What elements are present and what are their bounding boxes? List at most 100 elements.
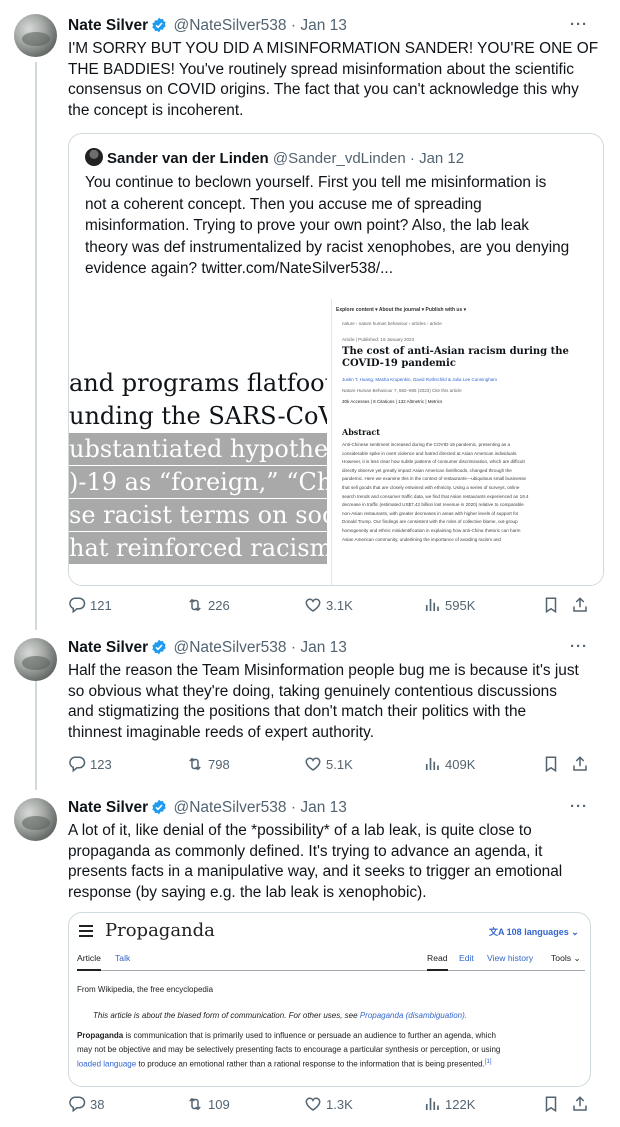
quoted-tweet-text: You continue to beclown yourself. First … xyxy=(85,172,590,280)
tab-tools: Tools ⌄ xyxy=(551,953,581,963)
paper-authors: Justin T. Huang, Masha Krupenkin, David … xyxy=(342,377,498,382)
views-button[interactable]: 122K xyxy=(423,1095,475,1113)
retweet-button[interactable]: 798 xyxy=(186,755,230,773)
verified-badge-icon xyxy=(151,639,167,661)
author-handle[interactable]: @NateSilver538 xyxy=(173,17,286,34)
heart-icon xyxy=(304,1095,322,1113)
tweet-date[interactable]: Jan 13 xyxy=(300,17,347,34)
retweet-count: 798 xyxy=(208,756,230,772)
views-count: 122K xyxy=(445,1096,476,1112)
journal-nav: Explore content ▾ About the journal ▾ Pu… xyxy=(336,307,467,313)
tab-edit: Edit xyxy=(459,953,474,963)
tweet-date[interactable]: Jan 13 xyxy=(300,639,347,656)
avatar[interactable] xyxy=(14,638,57,681)
more-options-icon[interactable]: ··· xyxy=(570,16,588,33)
bookmark-icon xyxy=(542,1095,560,1113)
tweet-text: A lot of it, like denial of the *possibi… xyxy=(68,822,563,901)
share-icon xyxy=(571,596,589,614)
translate-icon: 文A xyxy=(489,927,507,937)
quoted-tweet-date: Jan 12 xyxy=(419,150,465,167)
tab-read: Read xyxy=(427,953,448,971)
like-button[interactable]: 3.1K xyxy=(304,596,353,614)
share-icon xyxy=(571,1095,589,1113)
quoted-image-paper[interactable]: Explore content ▾ About the journal ▾ Pu… xyxy=(331,299,603,585)
retweet-button[interactable]: 109 xyxy=(186,1095,230,1113)
author-handle[interactable]: @NateSilver538 xyxy=(173,799,286,816)
views-count: 409K xyxy=(445,756,476,772)
quoted-image-text-excerpt[interactable]: and programs flatfooted unding the SARS-… xyxy=(69,299,327,585)
more-options-icon[interactable]: ··· xyxy=(570,638,588,655)
views-count: 595K xyxy=(445,597,476,613)
tweet-date[interactable]: Jan 13 xyxy=(300,799,347,816)
wiki-article-title: Propaganda xyxy=(105,920,215,941)
bookmark-icon xyxy=(542,596,560,614)
tweet-actions: 38 109 1.3K 122K xyxy=(68,1095,598,1117)
retweet-button[interactable]: 226 xyxy=(186,596,230,614)
share-button[interactable] xyxy=(571,596,589,614)
like-count: 5.1K xyxy=(326,756,353,772)
views-button[interactable]: 409K xyxy=(423,755,475,773)
excerpt-line: and programs flatfooted xyxy=(69,369,327,397)
views-chart-icon xyxy=(423,1095,441,1113)
tweet[interactable]: Nate Silver @NateSilver538 · Jan 13 ··· … xyxy=(0,630,620,790)
disambiguation-link: Propaganda (disambiguation). xyxy=(359,1011,467,1020)
tab-talk: Talk xyxy=(115,953,131,963)
author-handle[interactable]: @NateSilver538 xyxy=(173,639,286,656)
excerpt-line-highlighted: ubstantiated hypothesis xyxy=(69,433,327,465)
author-name[interactable]: Nate Silver xyxy=(68,799,148,816)
reply-button[interactable]: 38 xyxy=(68,1095,104,1113)
tweet[interactable]: Nate Silver @NateSilver538 · Jan 13 ··· … xyxy=(0,0,620,630)
share-button[interactable] xyxy=(571,755,589,773)
author-name[interactable]: Nate Silver xyxy=(68,17,148,34)
reply-icon xyxy=(68,1095,86,1113)
author-name[interactable]: Nate Silver xyxy=(68,639,148,656)
bookmark-button[interactable] xyxy=(542,755,560,773)
reply-count: 38 xyxy=(90,1096,105,1112)
paper-journal: Nature Human Behaviour 7, 682–695 (2023)… xyxy=(342,388,462,393)
quoted-author-name: Sander van der Linden xyxy=(107,150,269,167)
wiki-definition: Propaganda is communication that is prim… xyxy=(77,1031,501,1069)
views-chart-icon xyxy=(423,755,441,773)
heart-icon xyxy=(304,596,322,614)
bookmark-button[interactable] xyxy=(542,1095,560,1113)
wiki-hatnote: This article is about the biased form of… xyxy=(93,1011,467,1020)
abstract-heading: Abstract xyxy=(342,427,380,437)
quoted-author-handle: @Sander_vdLinden xyxy=(272,150,406,167)
share-icon xyxy=(571,755,589,773)
reply-icon xyxy=(68,755,86,773)
reply-button[interactable]: 121 xyxy=(68,596,112,614)
reply-icon xyxy=(68,596,86,614)
tweet-header: Nate Silver @NateSilver538 · Jan 13 xyxy=(68,16,347,39)
retweet-icon xyxy=(186,596,204,614)
wikipedia-screenshot-card[interactable]: Propaganda 文A 108 languages ⌄ Article Ta… xyxy=(68,912,591,1087)
chevron-down-icon: ⌄ xyxy=(571,927,579,937)
retweet-icon xyxy=(186,755,204,773)
reply-count: 123 xyxy=(90,756,112,772)
tab-view-history: View history xyxy=(487,953,534,963)
quoted-tweet-link[interactable]: evidence again? twitter.com/NateSilver53… xyxy=(85,258,590,280)
paper-metrics: 30k Accesses | 8 Citations | 132 Altmetr… xyxy=(342,399,443,404)
tweet-header: Nate Silver @NateSilver538 · Jan 13 xyxy=(68,638,347,661)
languages-menu: 文A 108 languages ⌄ xyxy=(489,927,579,937)
retweet-count: 109 xyxy=(208,1096,230,1112)
views-chart-icon xyxy=(423,596,441,614)
breadcrumb: nature › nature human behaviour › articl… xyxy=(342,321,442,326)
tweet-actions: 123 798 5.1K 409K xyxy=(68,755,598,777)
avatar[interactable] xyxy=(14,798,57,841)
heart-icon xyxy=(304,755,322,773)
like-button[interactable]: 5.1K xyxy=(304,755,353,773)
quoted-avatar xyxy=(85,148,103,166)
tweet-header: Nate Silver @NateSilver538 · Jan 13 xyxy=(68,798,347,821)
more-options-icon[interactable]: ··· xyxy=(570,798,588,815)
bookmark-button[interactable] xyxy=(542,596,560,614)
avatar[interactable] xyxy=(14,14,57,57)
paper-title: The cost of anti-Asian racism during the… xyxy=(342,346,569,369)
tweet-actions: 121 226 3.1K 595K xyxy=(68,596,598,618)
like-button[interactable]: 1.3K xyxy=(304,1095,353,1113)
reply-button[interactable]: 123 xyxy=(68,755,112,773)
tweet[interactable]: Nate Silver @NateSilver538 · Jan 13 ··· … xyxy=(0,790,620,1127)
views-button[interactable]: 595K xyxy=(423,596,475,614)
verified-badge-icon xyxy=(151,17,167,39)
share-button[interactable] xyxy=(571,1095,589,1113)
quoted-tweet[interactable]: Sander van der Linden @Sander_vdLinden ·… xyxy=(68,133,604,586)
